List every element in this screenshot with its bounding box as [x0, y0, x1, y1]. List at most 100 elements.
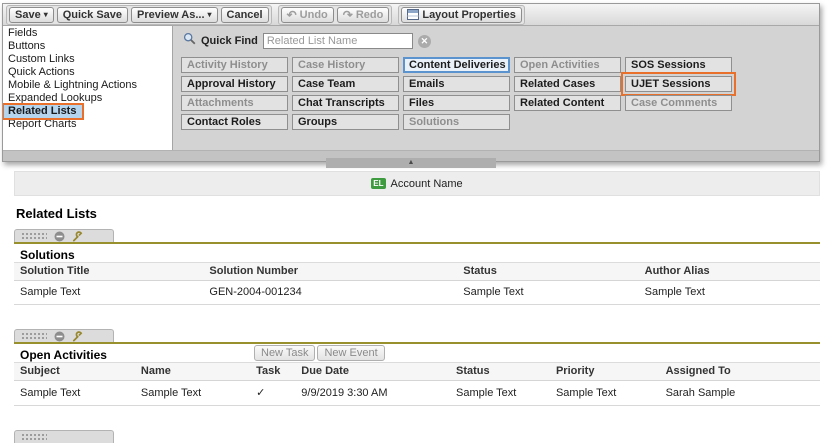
- related-list-handle-open-activities[interactable]: [14, 329, 114, 342]
- sidebar-item-report-charts[interactable]: Report Charts: [4, 118, 82, 131]
- toolbar-group-main: Save ▾ Quick Save Preview As... ▾ Cancel: [6, 5, 272, 25]
- palette-item-approval-history[interactable]: Approval History: [181, 76, 288, 92]
- cell-subject: Sample Text: [14, 381, 135, 406]
- toolbar: Save ▾ Quick Save Preview As... ▾ Cancel…: [3, 4, 819, 26]
- palette-item-ujet-sessions[interactable]: UJET Sessions: [625, 76, 732, 92]
- cell-name: Sample Text: [135, 381, 250, 406]
- palette-items: Activity HistoryCase HistoryContent Deli…: [181, 57, 811, 130]
- column-header-assigned-to: Assigned To: [660, 363, 820, 381]
- palette-collapse-strip: ▲: [3, 150, 819, 161]
- quick-find-label: Quick Find: [201, 35, 258, 47]
- palette-body: FieldsButtonsCustom LinksQuick ActionsMo…: [3, 26, 819, 150]
- column-header-author-alias: Author Alias: [639, 263, 820, 281]
- table-row: Sample TextGEN-2004-001234Sample TextSam…: [14, 281, 820, 305]
- cell-status: Sample Text: [457, 281, 638, 305]
- list-properties-wrench-icon[interactable]: [72, 331, 83, 342]
- related-list-header-open-activities: Open ActivitiesNew TaskNew Event: [14, 342, 820, 362]
- search-icon: [183, 32, 196, 50]
- palette-item-contact-roles[interactable]: Contact Roles: [181, 114, 288, 130]
- sidebar-item-buttons[interactable]: Buttons: [4, 40, 51, 53]
- palette-item-content-deliveries[interactable]: Content Deliveries: [403, 57, 510, 73]
- palette-item-activity-history[interactable]: Activity History: [181, 57, 288, 73]
- table-header-row: Solution TitleSolution NumberStatusAutho…: [14, 263, 820, 281]
- palette-item-related-cases[interactable]: Related Cases: [514, 76, 621, 92]
- related-list-section-open-activities: Open ActivitiesNew TaskNew EventSubjectN…: [14, 329, 820, 406]
- redo-button[interactable]: ↷ Redo: [337, 7, 390, 23]
- related-list-header-solutions: Solutions: [14, 242, 820, 262]
- cancel-button[interactable]: Cancel: [221, 7, 269, 23]
- undo-button[interactable]: ↶ Undo: [281, 7, 334, 23]
- sidebar-item-quick-actions[interactable]: Quick Actions: [4, 66, 81, 79]
- new-event-button[interactable]: New Event: [317, 345, 384, 361]
- column-header-status: Status: [457, 263, 638, 281]
- related-lists-heading: Related Lists: [16, 206, 820, 221]
- palette-item-case-history[interactable]: Case History: [292, 57, 399, 73]
- expanded-lookup-badge: EL: [371, 178, 385, 189]
- palette-item-case-comments[interactable]: Case Comments: [625, 95, 732, 111]
- column-header-status: Status: [450, 363, 550, 381]
- preview-as-dropdown-arrow-icon: ▾: [208, 11, 212, 19]
- palette-item-related-content[interactable]: Related Content: [514, 95, 621, 111]
- column-header-subject: Subject: [14, 363, 135, 381]
- sidebar-item-mobile-lightning-actions[interactable]: Mobile & Lightning Actions: [4, 79, 143, 92]
- save-button-label: Save: [15, 9, 41, 21]
- clear-search-icon[interactable]: ✕: [418, 35, 431, 48]
- palette-item-chat-transcripts[interactable]: Chat Transcripts: [292, 95, 399, 111]
- column-header-name: Name: [135, 363, 250, 381]
- column-header-solution-title: Solution Title: [14, 263, 203, 281]
- field-label: Account Name: [391, 178, 463, 190]
- column-header-priority: Priority: [550, 363, 660, 381]
- palette-item-sos-sessions[interactable]: SOS Sessions: [625, 57, 732, 73]
- related-list-buttons: New TaskNew Event: [254, 345, 385, 361]
- cell-solution-title: Sample Text: [14, 281, 203, 305]
- toolbar-group-layout-properties: Layout Properties: [398, 5, 525, 25]
- undo-icon: ↶: [287, 10, 297, 20]
- preview-as-button[interactable]: Preview As... ▾: [131, 7, 217, 23]
- table-row: Sample TextSample Text✓9/9/2019 3:30 AMS…: [14, 381, 820, 406]
- redo-label: Redo: [356, 9, 384, 21]
- layout-properties-icon: [407, 9, 419, 20]
- layout-properties-label: Layout Properties: [422, 9, 516, 21]
- save-button[interactable]: Save ▾: [9, 7, 54, 23]
- undo-label: Undo: [300, 9, 328, 21]
- sidebar-item-fields[interactable]: Fields: [4, 27, 43, 40]
- related-list-handle-solutions[interactable]: [14, 229, 114, 242]
- sidebar-item-related-lists[interactable]: Related Lists: [4, 105, 82, 118]
- palette-item-solutions[interactable]: Solutions: [403, 114, 510, 130]
- layout-properties-button[interactable]: Layout Properties: [401, 7, 522, 23]
- collapse-panel-button[interactable]: ▲: [326, 158, 496, 168]
- related-lists-container: SolutionsSolution TitleSolution NumberSt…: [14, 229, 820, 406]
- sidebar-item-custom-links[interactable]: Custom Links: [4, 53, 81, 66]
- palette-item-open-activities[interactable]: Open Activities: [514, 57, 621, 73]
- palette-item-files[interactable]: Files: [403, 95, 510, 111]
- drag-handle-dots: [21, 433, 47, 441]
- table-header-row: SubjectNameTaskDue DateStatusPriorityAss…: [14, 363, 820, 381]
- preview-as-label: Preview As...: [137, 9, 204, 21]
- quick-find-input[interactable]: [263, 33, 413, 49]
- palette-item-attachments[interactable]: Attachments: [181, 95, 288, 111]
- related-list-table-solutions: Solution TitleSolution NumberStatusAutho…: [14, 262, 820, 305]
- new-task-button[interactable]: New Task: [254, 345, 315, 361]
- related-list-section-solutions: SolutionsSolution TitleSolution NumberSt…: [14, 229, 820, 305]
- drag-handle-dots: [21, 332, 47, 340]
- palette-categories: FieldsButtonsCustom LinksQuick ActionsMo…: [3, 26, 173, 150]
- cell-due-date: 9/9/2019 3:30 AM: [295, 381, 450, 406]
- palette-item-emails[interactable]: Emails: [403, 76, 510, 92]
- save-dropdown-arrow-icon[interactable]: ▾: [44, 11, 48, 19]
- sidebar-item-expanded-lookups[interactable]: Expanded Lookups: [4, 92, 108, 105]
- toolbar-group-undo-redo: ↶ Undo ↷ Redo: [278, 5, 393, 25]
- palette-item-groups[interactable]: Groups: [292, 114, 399, 130]
- drag-handle-dots: [21, 232, 47, 240]
- cell-assigned-to: Sarah Sample: [660, 381, 820, 406]
- layout-editor-palette: Save ▾ Quick Save Preview As... ▾ Cancel…: [2, 3, 820, 162]
- quick-save-button[interactable]: Quick Save: [57, 7, 128, 23]
- related-list-handle-partial[interactable]: [14, 430, 114, 443]
- layout-canvas: EL Account Name Related Lists SolutionsS…: [14, 171, 820, 443]
- remove-list-icon[interactable]: [54, 331, 65, 342]
- column-header-due-date: Due Date: [295, 363, 450, 381]
- palette-item-case-team[interactable]: Case Team: [292, 76, 399, 92]
- field-row-account-name[interactable]: EL Account Name: [14, 171, 820, 196]
- list-properties-wrench-icon[interactable]: [72, 231, 83, 242]
- palette-main: Quick Find ✕ Activity HistoryCase Histor…: [173, 26, 819, 150]
- remove-list-icon[interactable]: [54, 231, 65, 242]
